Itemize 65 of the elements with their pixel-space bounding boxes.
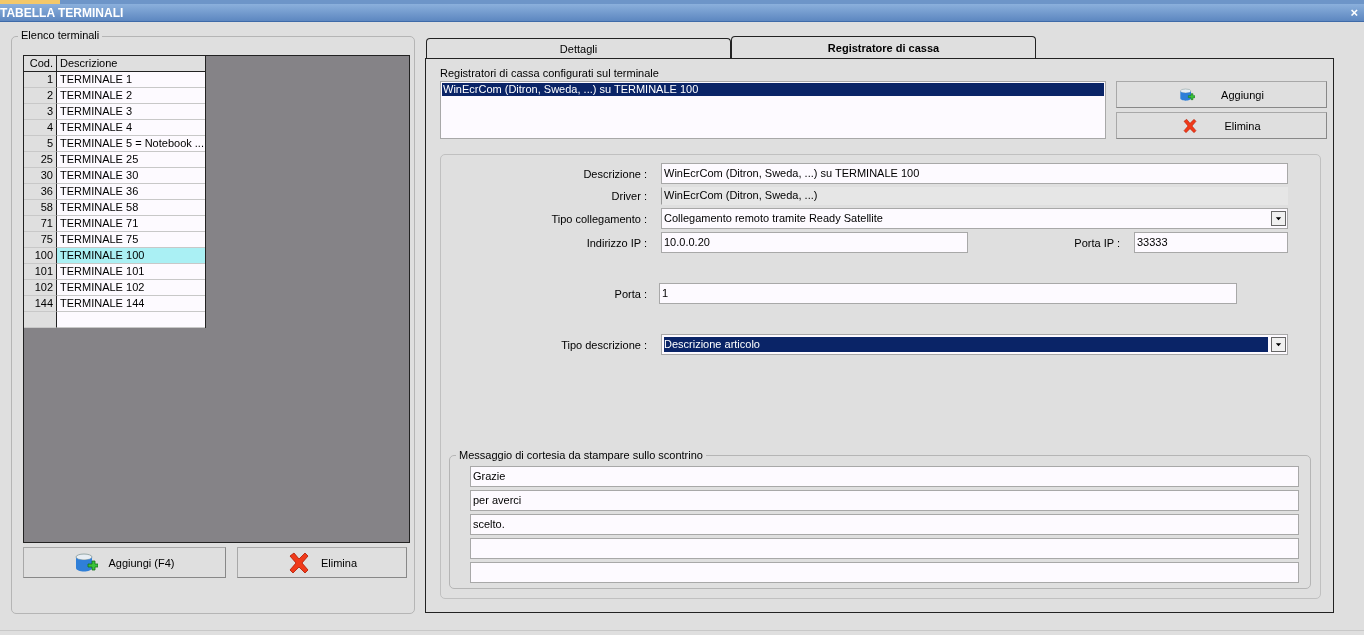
table-cell[interactable]: TERMINALE 3 (57, 104, 205, 120)
column-header[interactable]: Cod. (24, 56, 57, 72)
x-icon (1182, 117, 1199, 134)
table-cell[interactable]: TERMINALE 4 (57, 120, 205, 136)
table-cell: 3 (24, 104, 57, 120)
table-cell: 36 (24, 184, 57, 200)
input-field[interactable] (470, 562, 1299, 583)
table-cell: 102 (24, 280, 57, 296)
table-cell: 4 (24, 120, 57, 136)
input-field[interactable]: scelto. (470, 514, 1299, 535)
box-plus-icon (1179, 86, 1196, 103)
group-label: Messaggio di cortesia da stampare sullo scontrino (456, 449, 706, 461)
table-cell[interactable]: TERMINALE 30 (57, 168, 205, 184)
table-cell[interactable]: TERMINALE 25 (57, 152, 205, 168)
table-cell[interactable]: TERMINALE 75 (57, 232, 205, 248)
field-label: Porta IP : (1073, 236, 1121, 249)
input-field[interactable]: 33333 (1134, 232, 1288, 253)
delete-button[interactable]: Elimina (237, 547, 407, 578)
table-cell[interactable]: TERMINALE 36 (57, 184, 205, 200)
dropdown[interactable]: Descrizione articolo (661, 334, 1288, 355)
table-cell: 58 (24, 200, 57, 216)
tab[interactable]: Registratore di cassa (731, 36, 1036, 58)
column-header[interactable]: Descrizione (57, 56, 205, 72)
table-cell: 2 (24, 88, 57, 104)
tab[interactable]: Dettagli (426, 38, 731, 58)
input-field[interactable]: per averci (470, 490, 1299, 511)
table-cell[interactable]: TERMINALE 71 (57, 216, 205, 232)
input-field[interactable]: Grazie (470, 466, 1299, 487)
table-cell[interactable]: TERMINALE 144 (57, 296, 205, 312)
dropdown[interactable]: Collegamento remoto tramite Ready Satellite (661, 208, 1288, 229)
field-label: Indirizzo IP : (585, 236, 648, 249)
empty-row[interactable] (24, 312, 205, 328)
table-cell: 144 (24, 296, 57, 312)
window-title: TABELLA TERMINALI (0, 5, 124, 20)
input-field[interactable]: WinEcrCom (Ditron, Sweda, ...) su TERMINALE 100 (661, 163, 1288, 184)
table-cell[interactable]: TERMINALE 101 (57, 264, 205, 280)
table-cell: 1 (24, 72, 57, 88)
delete-button[interactable]: Elimina (1116, 112, 1327, 139)
field-label: Porta : (613, 287, 648, 300)
table-cell: 100 (24, 248, 57, 264)
table-cell[interactable]: TERMINALE 100 (57, 248, 205, 264)
field-label: Descrizione : (582, 167, 648, 180)
input-field[interactable] (470, 538, 1299, 559)
table-cell[interactable]: TERMINALE 58 (57, 200, 205, 216)
table-cell: 5 (24, 136, 57, 152)
field-label: Tipo collegamento : (550, 212, 648, 225)
table-cell: 25 (24, 152, 57, 168)
add-button[interactable]: Aggiungi (F4) (23, 547, 226, 578)
table-cell: 101 (24, 264, 57, 280)
table-cell: 30 (24, 168, 57, 184)
table-cell[interactable]: TERMINALE 5 = Notebook ... (57, 136, 205, 152)
table-cell[interactable]: TERMINALE 1 (57, 72, 205, 88)
list-item[interactable]: WinEcrCom (Ditron, Sweda, ...) su TERMINALE 100 (442, 83, 1104, 96)
input-field[interactable]: 1 (659, 283, 1237, 304)
input-field[interactable]: 10.0.0.20 (661, 232, 968, 253)
field-label: Tipo descrizione : (560, 338, 648, 351)
group-label: Elenco terminali (18, 29, 103, 41)
section-label: Registratori di cassa configurati sul terminale (440, 67, 660, 81)
field-label: Driver : (610, 190, 648, 202)
readonly-field: WinEcrCom (Ditron, Sweda, ...) (661, 187, 1288, 205)
table-cell[interactable]: TERMINALE 102 (57, 280, 205, 296)
add-button[interactable]: Aggiungi (1116, 81, 1327, 108)
table-cell: 71 (24, 216, 57, 232)
table-cell: 75 (24, 232, 57, 248)
table-cell[interactable]: TERMINALE 2 (57, 88, 205, 104)
